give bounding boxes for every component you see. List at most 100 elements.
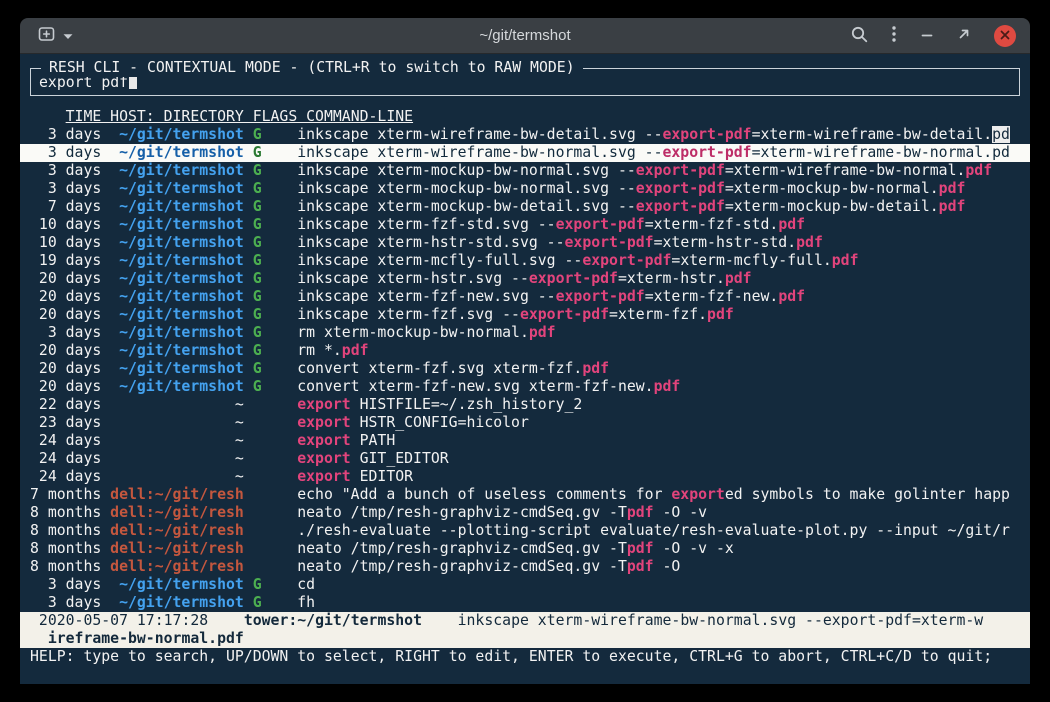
history-host: dell:~/git/resh (110, 486, 244, 504)
history-time: 7 days (30, 198, 101, 216)
history-row[interactable]: 24 days~export EDITOR (20, 468, 1030, 486)
text-segment: pdf (832, 252, 859, 269)
history-row[interactable]: 8 monthsdell:~/git/reshneato /tmp/resh-g… (20, 504, 1030, 522)
history-host: ~/git/termshot (110, 234, 244, 252)
text-segment: export (297, 414, 350, 431)
text-segment: export-pdf (582, 252, 671, 269)
history-command: inkscape xterm-hstr-std.svg --export-pdf… (297, 234, 823, 251)
history-command: export HSTR_CONFIG=hicolor (297, 414, 529, 431)
text-segment: =xterm-wireframe-bw-normal. (725, 162, 966, 179)
history-row[interactable]: 8 monthsdell:~/git/reshneato /tmp/resh-g… (20, 540, 1030, 558)
menu-button[interactable] (891, 25, 897, 46)
history-flags: G (244, 234, 289, 252)
history-host: ~/git/termshot (110, 576, 244, 594)
history-row[interactable]: 23 days~export HSTR_CONFIG=hicolor (20, 414, 1030, 432)
history-row[interactable]: 20 days~/git/termshotGinkscape xterm-hst… (20, 270, 1030, 288)
history-row[interactable]: 7 monthsdell:~/git/reshecho "Add a bunch… (20, 486, 1030, 504)
restore-icon (957, 27, 971, 44)
history-time: 20 days (30, 378, 101, 396)
text-segment: pd (992, 126, 1010, 143)
text-segment: -O (654, 558, 681, 575)
history-host: ~/git/termshot (110, 378, 244, 396)
history-time: 22 days (30, 396, 101, 414)
text-segment: =xterm-mcfly-full. (671, 252, 831, 269)
history-flags: G (244, 360, 289, 378)
tab-dropdown-button[interactable] (63, 28, 73, 43)
status-line-1: 2020-05-07 17:17:28 tower:~/git/termshot… (20, 612, 1030, 630)
text-segment: inkscape xterm-fzf.svg -- (297, 306, 520, 323)
history-row-selected[interactable]: 3 days~/git/termshotGinkscape xterm-wire… (20, 144, 1030, 162)
text-segment: export (297, 432, 350, 449)
history-row[interactable]: 20 days~/git/termshotGrm *.pdf (20, 342, 1030, 360)
history-host: ~/git/termshot (110, 216, 244, 234)
history-flags: G (244, 306, 289, 324)
history-row[interactable]: 3 days~/git/termshotGcd (20, 576, 1030, 594)
resh-search-box: RESH CLI - CONTEXTUAL MODE - (CTRL+R to … (30, 68, 1020, 96)
new-tab-button[interactable] (38, 26, 56, 45)
history-host: ~ (110, 450, 244, 468)
history-row[interactable]: 3 days~/git/termshotGrm xterm-mockup-bw-… (20, 324, 1030, 342)
history-command: inkscape xterm-mcfly-full.svg --export-p… (297, 252, 858, 269)
history-host: ~/git/termshot (110, 594, 244, 612)
history-host: ~/git/termshot (110, 360, 244, 378)
history-row[interactable]: 20 days~/git/termshotGinkscape xterm-fzf… (20, 306, 1030, 324)
history-row[interactable]: 24 days~export GIT_EDITOR (20, 450, 1030, 468)
history-row[interactable]: 10 days~/git/termshotGinkscape xterm-fzf… (20, 216, 1030, 234)
restore-button[interactable] (957, 27, 971, 44)
text-segment: export-pdf (529, 270, 618, 287)
history-row[interactable]: 3 days~/git/termshotGinkscape xterm-wire… (20, 126, 1030, 144)
text-segment: ed symbols to make golinter happ (725, 486, 1010, 503)
text-segment: =xterm-fzf. (609, 306, 707, 323)
minimize-button[interactable] (920, 27, 934, 44)
help-line: HELP: type to search, UP/DOWN to select,… (20, 648, 1030, 666)
close-icon (1000, 28, 1010, 43)
close-button[interactable] (994, 25, 1016, 47)
history-host: ~ (110, 414, 244, 432)
text-segment: export (297, 450, 350, 467)
text-segment: =xterm-hstr-std. (654, 234, 797, 251)
search-button[interactable] (850, 25, 868, 46)
history-row[interactable]: 19 days~/git/termshotGinkscape xterm-mcf… (20, 252, 1030, 270)
history-row[interactable]: 20 days~/git/termshotGconvert xterm-fzf.… (20, 360, 1030, 378)
history-row[interactable]: 3 days~/git/termshotGinkscape xterm-mock… (20, 162, 1030, 180)
text-segment: export-pdf (565, 234, 654, 251)
text-segment: inkscape xterm-hstr.svg -- (297, 270, 529, 287)
history-command: echo "Add a bunch of useless comments fo… (297, 486, 1010, 503)
history-command: fh (297, 594, 315, 611)
history-row[interactable]: 24 days~export PATH (20, 432, 1030, 450)
history-row[interactable]: 20 days~/git/termshotGconvert xterm-fzf-… (20, 378, 1030, 396)
text-segment: =xterm-fzf-new. (645, 288, 779, 305)
history-row[interactable]: 3 days~/git/termshotGfh (20, 594, 1030, 612)
history-flags: G (244, 198, 289, 216)
history-row[interactable]: 3 days~/git/termshotGinkscape xterm-mock… (20, 180, 1030, 198)
history-host: ~/git/termshot (110, 252, 244, 270)
history-host: ~/git/termshot (110, 288, 244, 306)
history-time: 20 days (30, 288, 101, 306)
chevron-down-icon (63, 28, 73, 43)
text-segment: export-pdf (636, 198, 725, 215)
history-row[interactable]: 22 days~export HISTFILE=~/.zsh_history_2 (20, 396, 1030, 414)
text-segment: pdf (529, 324, 556, 341)
history-row[interactable]: 20 days~/git/termshotGinkscape xterm-fzf… (20, 288, 1030, 306)
text-segment: echo "Add a bunch of useless comments fo… (297, 486, 671, 503)
history-command: export PATH (297, 432, 395, 449)
text-segment: neato /tmp/resh-graphviz-cmdSeq.gv -T (297, 558, 627, 575)
text-segment: ./resh-evaluate --plotting-script evalua… (297, 522, 1010, 539)
minimize-icon (920, 27, 934, 44)
text-segment: inkscape xterm-mockup-bw-detail.svg -- (297, 198, 636, 215)
history-time: 10 days (30, 216, 101, 234)
text-segment: inkscape xterm-hstr-std.svg -- (297, 234, 564, 251)
text-segment: pdf (939, 198, 966, 215)
history-command: inkscape xterm-mockup-bw-detail.svg --ex… (297, 198, 965, 215)
history-host: ~/git/termshot (110, 198, 244, 216)
history-row[interactable]: 7 days ~/git/termshotGinkscape xterm-mock… (20, 198, 1030, 216)
history-time: 24 days (30, 450, 101, 468)
text-segment: =xterm-fzf-std. (645, 216, 779, 233)
text-segment: -O -v (654, 504, 707, 521)
history-row[interactable]: 8 monthsdell:~/git/reshneato /tmp/resh-g… (20, 558, 1030, 576)
history-row[interactable]: 10 days ~/git/termshotGinkscape xterm-hst… (20, 234, 1030, 252)
text-segment: export-pdf (520, 306, 609, 323)
history-time: 10 days (30, 234, 101, 252)
text-segment: inkscape xterm-fzf-std.svg -- (297, 216, 555, 233)
history-row[interactable]: 8 monthsdell:~/git/resh./resh-evaluate -… (20, 522, 1030, 540)
